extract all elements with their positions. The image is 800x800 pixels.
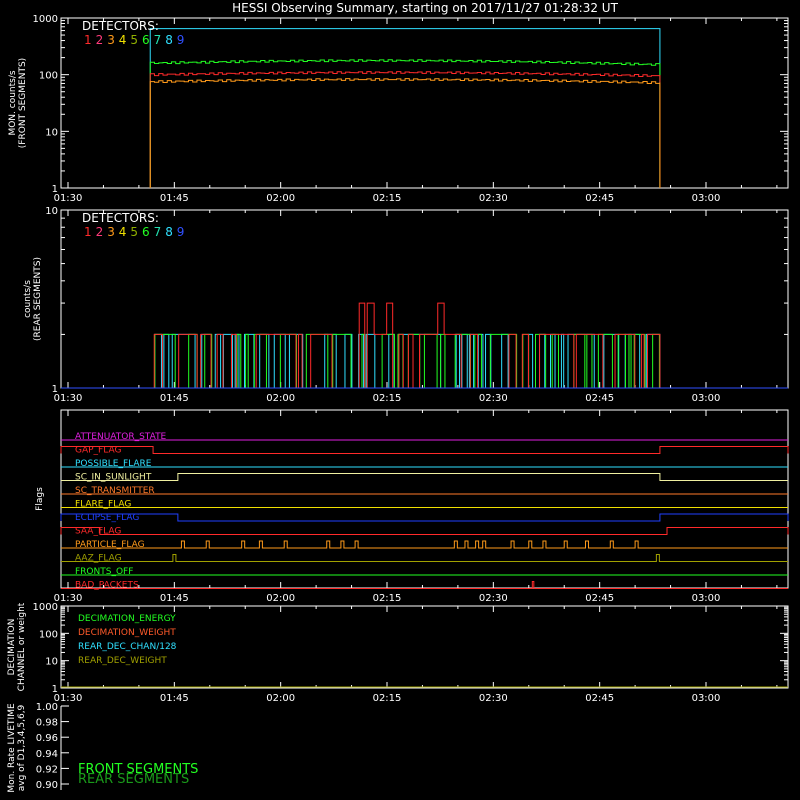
livetime-ylabel: avg of D1,3,4,5,6,9 xyxy=(17,704,27,791)
flags-xtick-label: 02:45 xyxy=(585,593,614,604)
front-legend-detector: 5 xyxy=(130,33,138,47)
front-legend-title: DETECTORS: xyxy=(82,19,159,33)
rear-legend-detector: 3 xyxy=(107,225,115,239)
rear-xtick-label: 03:00 xyxy=(692,393,721,404)
front-xtick-label: 02:45 xyxy=(585,193,614,204)
livetime-ytick-label: 1.00 xyxy=(36,702,58,713)
livetime-ylabel: Mon. Rate LIVETIME xyxy=(7,703,17,793)
flags-xtick-label: 02:00 xyxy=(266,593,295,604)
rear-xtick-label: 02:30 xyxy=(479,393,508,404)
front-legend-detector: 8 xyxy=(165,33,173,47)
front-legend-detector: 3 xyxy=(107,33,115,47)
chart-title: HESSI Observing Summary, starting on 201… xyxy=(232,1,618,15)
decimation-ylabel: CHANNEL or weight xyxy=(17,602,27,691)
front-legend-detector: 1 xyxy=(84,33,92,47)
front-legend-detector: 7 xyxy=(154,33,162,47)
flag-line xyxy=(61,540,788,549)
livetime-ytick-label: 0.92 xyxy=(36,764,58,775)
flags-ylabel: Flags xyxy=(35,487,45,511)
rear-ytick-label: 10 xyxy=(45,206,58,217)
decimation-legend-item: REAR_DEC_CHAN/128 xyxy=(78,642,177,652)
rear-legend-title: DETECTORS: xyxy=(82,211,159,225)
decimation-legend-item: DECIMATION_WEIGHT xyxy=(78,628,176,638)
rear-xtick-label: 02:00 xyxy=(266,393,295,404)
flags-xtick-label: 03:00 xyxy=(692,593,721,604)
front-xtick-label: 01:45 xyxy=(160,193,189,204)
rear-series-det-1 xyxy=(153,302,661,389)
front-ytick-label: 10 xyxy=(45,127,58,138)
front-ytick-label: 1 xyxy=(52,184,58,195)
rear-legend-detector: 8 xyxy=(165,225,173,239)
rear-xtick-label: 02:45 xyxy=(585,393,614,404)
livetime-ytick-label: 0.90 xyxy=(36,780,58,791)
rear-series-det-6 xyxy=(152,333,660,389)
front-ylabel: (FRONT SEGMENTS) xyxy=(18,58,28,148)
decimation-ytick-label: 100 xyxy=(39,629,58,640)
decimation-xtick-label: 02:15 xyxy=(373,693,402,704)
rear-ytick-label: 1 xyxy=(52,384,58,395)
rear-legend-detector: 2 xyxy=(96,225,104,239)
rear-ylabel: counts/s xyxy=(23,280,33,318)
flag-line xyxy=(61,473,788,481)
front-legend-detector: 9 xyxy=(177,33,185,47)
hessi-observing-summary: HESSI Observing Summary, starting on 201… xyxy=(7,1,789,793)
flags-xtick-label: 02:30 xyxy=(479,593,508,604)
rear-legend-detector: 1 xyxy=(84,225,92,239)
front-xtick-label: 02:00 xyxy=(266,193,295,204)
front-xtick-label: 02:15 xyxy=(373,193,402,204)
rear-legend-detector: 5 xyxy=(130,225,138,239)
rear-series-det-8 xyxy=(150,333,661,389)
flags-xtick-label: 02:15 xyxy=(373,593,402,604)
rear-legend-detector: 7 xyxy=(154,225,162,239)
front-series-det-3 xyxy=(149,78,661,188)
front-series-det-8 xyxy=(149,28,661,188)
decimation-legend-item: REAR_DEC_WEIGHT xyxy=(78,656,167,666)
livetime-ytick-label: 0.94 xyxy=(36,749,58,760)
flags-xtick-label: 01:45 xyxy=(160,593,189,604)
front-legend-detector: 6 xyxy=(142,33,150,47)
decimation-xtick-label: 01:45 xyxy=(160,693,189,704)
decimation-xtick-label: 02:00 xyxy=(266,693,295,704)
front-ytick-label: 1000 xyxy=(33,14,58,25)
decimation-ytick-label: 10 xyxy=(45,657,58,668)
front-ylabel: MON. counts/s xyxy=(8,70,18,135)
decimation-xtick-label: 02:45 xyxy=(585,693,614,704)
livetime-ytick-label: 0.96 xyxy=(36,733,58,744)
front-xtick-label: 03:00 xyxy=(692,193,721,204)
front-xtick-label: 02:30 xyxy=(479,193,508,204)
rear-legend-detector: 6 xyxy=(142,225,150,239)
front-legend-detector: 2 xyxy=(96,33,104,47)
front-ytick-label: 100 xyxy=(39,71,58,82)
flag-line xyxy=(61,581,788,589)
rear-xtick-label: 01:45 xyxy=(160,393,189,404)
flag-line xyxy=(60,513,789,522)
decimation-ylabel: DECIMATION xyxy=(7,619,17,676)
decimation-ytick-label: 1 xyxy=(52,684,58,695)
livetime-ytick-label: 0.98 xyxy=(36,718,58,729)
decimation-ytick-label: 1000 xyxy=(33,602,58,613)
rear-ylabel: (REAR SEGMENTS) xyxy=(33,257,43,341)
rear-xtick-label: 02:15 xyxy=(373,393,402,404)
livetime-legend-item: REAR SEGMENTS xyxy=(78,772,189,787)
front-legend-detector: 4 xyxy=(119,33,127,47)
flag-line xyxy=(60,446,789,454)
decimation-legend-item: DECIMATION_ENERGY xyxy=(78,614,176,624)
front-series-det-1 xyxy=(149,71,661,188)
flag-line xyxy=(60,527,789,535)
decimation-xtick-label: 03:00 xyxy=(692,693,721,704)
decimation-xtick-label: 02:30 xyxy=(479,693,508,704)
rear-legend-detector: 4 xyxy=(119,225,127,239)
rear-legend-detector: 9 xyxy=(177,225,185,239)
flag-line xyxy=(61,554,788,562)
